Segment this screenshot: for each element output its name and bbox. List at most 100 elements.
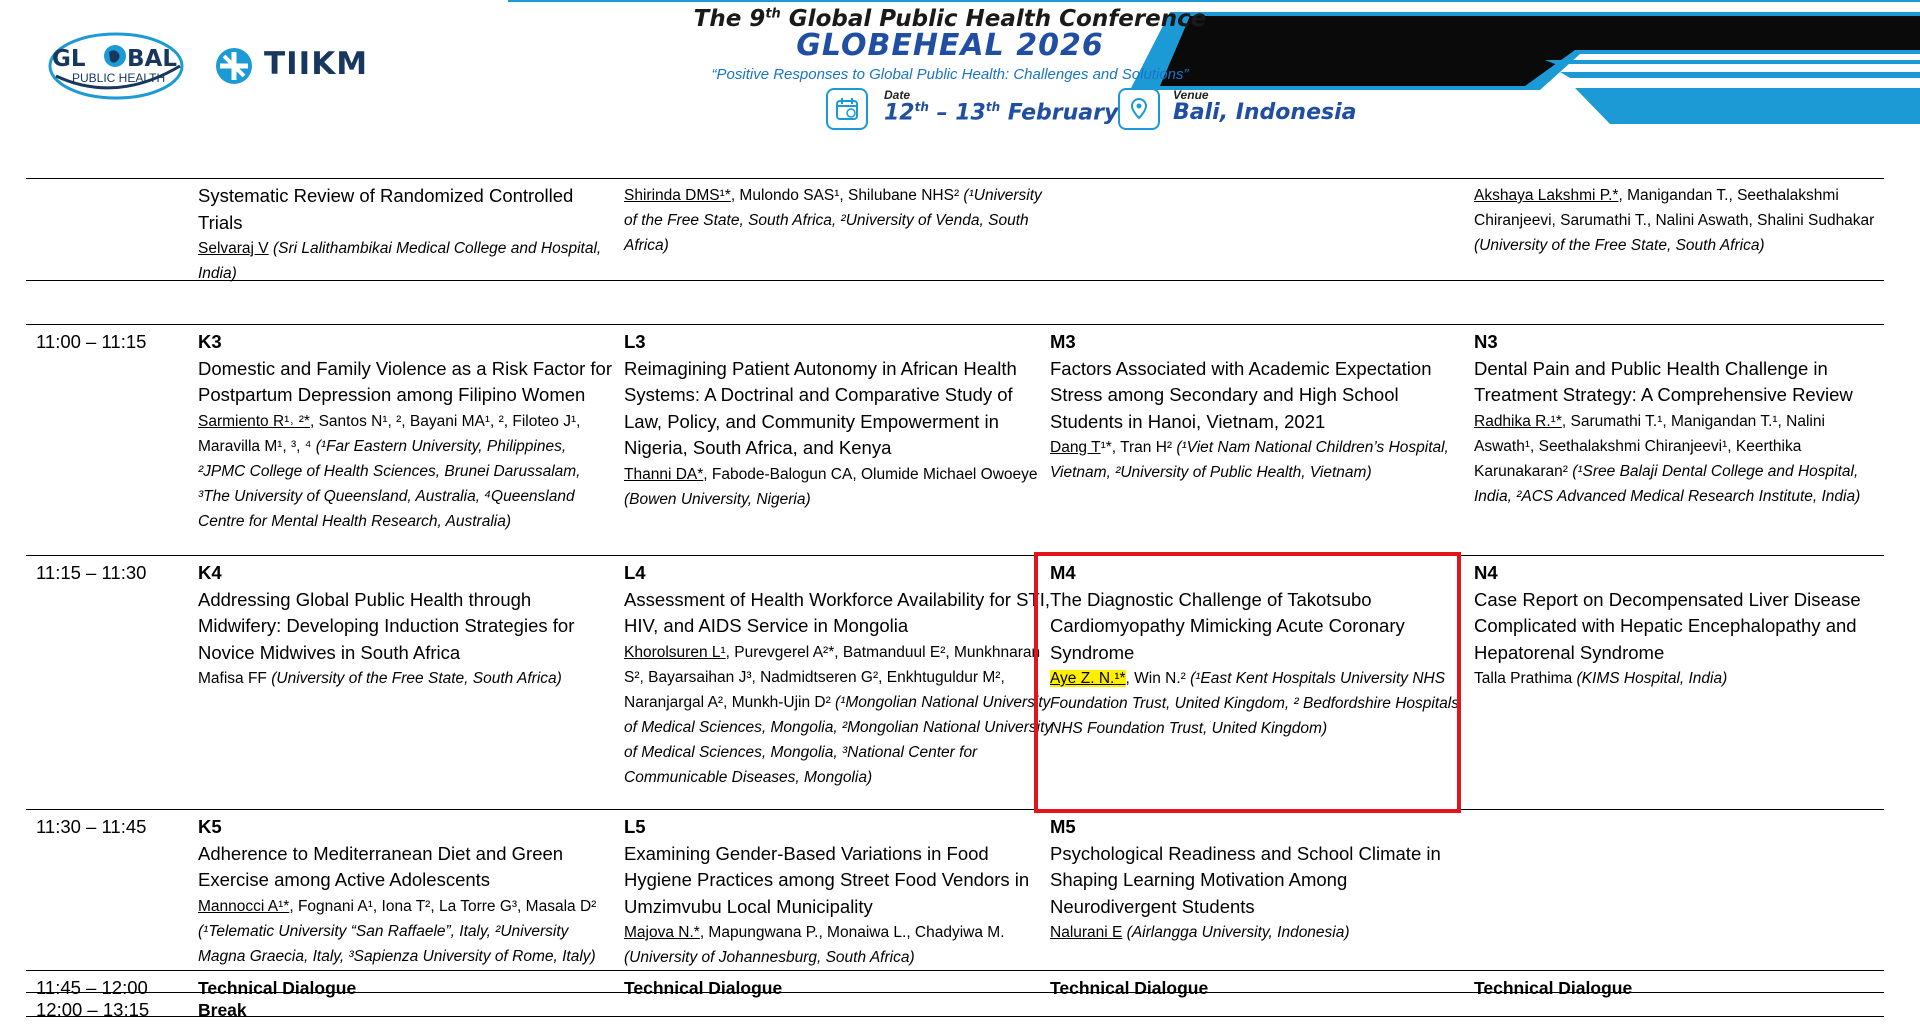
author-name: Radhika R.¹* [1474, 412, 1562, 430]
venue-value: Bali, Indonesia [1173, 100, 1357, 125]
session-title: Domestic and Family Violence as a Risk F… [198, 357, 613, 406]
author-affiliation: (¹Telematic University “San Raffaele”, I… [198, 922, 596, 965]
author-name: Selvaraj V [198, 240, 269, 257]
author-affiliation: (University of the Free State, South Afr… [1474, 237, 1765, 254]
session-title: Adherence to Mediterranean Diet and Gree… [198, 842, 564, 891]
date-value: 12th – 13th February [884, 100, 1119, 126]
author-name: , Fognani A¹, Iona T², La Torre G³, Masa… [289, 897, 597, 915]
conference-name: GLOBEHEAL 2026 [796, 28, 1104, 63]
author-name: Khorolsuren L¹ [624, 643, 726, 661]
table-divider [26, 1016, 1884, 1017]
schedule-row: 11:00 – 11:15 K3 Domestic and Family Viole… [26, 324, 1884, 556]
session-title: Reimagining Patient Autonomy in African … [624, 357, 1017, 459]
session-code: N4 [1474, 562, 1498, 583]
author-name: Thanni DA* [624, 465, 704, 483]
session-cell: Akshaya Lakshmi P.*, Manigandan T., Seet… [1474, 183, 1879, 258]
session-title: Factors Associated with Academic Expecta… [1050, 357, 1432, 432]
session-title: Case Report on Decompensated Liver Disea… [1474, 588, 1861, 663]
highlighted-session-box [1034, 552, 1461, 813]
schedule-row: 11:15 – 11:30 K4 Addressing Global Public … [26, 555, 1884, 810]
author-affiliation: (Bowen University, Nigeria) [624, 490, 811, 508]
session-code: L5 [624, 816, 646, 837]
session-cell: L4 Assessment of Health Workforce Availab… [624, 560, 1054, 790]
session-cell: M5 Psychological Readiness and School Cli… [1050, 814, 1470, 945]
svg-text:BAL: BAL [127, 46, 177, 72]
session-authors: Mannocci A¹*, Fognani A¹, Iona T², La To… [198, 894, 613, 969]
conference-theme: “Positive Responses to Global Public Hea… [711, 66, 1189, 83]
author-affiliation: (University of Johannesburg, South Afric… [624, 949, 915, 966]
session-cell: N3 Dental Pain and Public Health Challeng… [1474, 329, 1879, 509]
session-code: M5 [1050, 816, 1076, 837]
session-authors: Sarmiento R¹˒ ²*, Santos N¹, ², Bayani M… [198, 409, 613, 534]
session-cell: K3 Domestic and Family Violence as a Risk… [198, 329, 613, 534]
time-slot: 11:15 – 11:30 [36, 562, 147, 583]
session-title: Examining Gender-Based Variations in Foo… [624, 842, 1030, 917]
session-authors: Thanni DA*, Fabode-Balogun CA, Olumide M… [624, 462, 1054, 512]
schedule-row: 11:30 – 11:45 K5 Adherence to Mediterranea… [26, 809, 1884, 971]
table-divider [26, 280, 1884, 281]
session-cell: L5 Examining Gender-Based Variations in F… [624, 814, 1054, 970]
session-authors: Majova N.*, Mapungwana P., Monaiwa L., C… [624, 920, 1054, 970]
tiikm-wordmark: TIIKM [264, 46, 369, 82]
author-name: Shirinda DMS¹* [624, 187, 731, 204]
author-name: Sarmiento R¹˒ ²* [198, 412, 310, 430]
schedule-row: Systematic Review of Randomized Controll… [26, 178, 1884, 321]
author-name: , Fabode-Balogun CA, Olumide Michael Owo… [703, 465, 1038, 483]
author-name: ¹*, Tran H² [1100, 439, 1173, 456]
calendar-icon [826, 88, 868, 130]
tiikm-logo: TIIKM [210, 42, 400, 92]
author-affiliation: (Airlangga University, Indonesia) [1122, 924, 1350, 941]
session-cell: Shirinda DMS¹*, Mulondo SAS¹, Shilubane … [624, 183, 1054, 258]
global-public-health-logo: GL BAL PUBLIC HEALTH [46, 28, 186, 100]
session-authors: Nalurani E (Airlangga University, Indone… [1050, 920, 1470, 945]
session-code: K4 [198, 562, 222, 583]
author-name: , Mapungwana P., Monaiwa L., Chadyiwa M. [699, 924, 1005, 941]
session-title: Dental Pain and Public Health Challenge … [1474, 357, 1853, 406]
session-authors: Shirinda DMS¹*, Mulondo SAS¹, Shilubane … [624, 183, 1054, 258]
tiikm-symbol-icon [216, 48, 252, 84]
session-cell: L3 Reimagining Patient Autonomy in Africa… [624, 329, 1054, 512]
session-title: Systematic Review of Randomized Controll… [198, 185, 574, 233]
session-code: N3 [1474, 331, 1498, 352]
time-slot: 11:00 – 11:15 [36, 331, 147, 352]
session-code: L4 [624, 562, 646, 583]
session-code: L3 [624, 331, 646, 352]
svg-text:GL: GL [52, 46, 86, 72]
location-pin-icon [1118, 88, 1160, 130]
session-authors: Mafisa FF (University of the Free State,… [198, 666, 613, 691]
author-affiliation: (University of the Free State, South Afr… [266, 670, 562, 687]
author-name: Majova N.* [624, 924, 700, 941]
session-title: Psychological Readiness and School Clima… [1050, 842, 1441, 917]
session-cell: Break [198, 997, 613, 1024]
author-name: Mafisa FF [198, 670, 267, 687]
author-name: Akshaya Lakshmi P.* [1474, 187, 1619, 204]
session-cell: K5 Adherence to Mediterranean Diet and Gr… [198, 814, 613, 969]
session-authors: Khorolsuren L¹, Purevgerel A²*, Batmandu… [624, 640, 1054, 790]
svg-text:PUBLIC HEALTH: PUBLIC HEALTH [72, 71, 165, 85]
session-cell: N4 Case Report on Decompensated Liver Dis… [1474, 560, 1879, 691]
session-code: M3 [1050, 331, 1076, 352]
author-affiliation: (KIMS Hospital, India) [1572, 670, 1728, 687]
time-slot: 12:00 – 13:15 [36, 999, 150, 1020]
session-cell: Systematic Review of Randomized Controll… [198, 183, 613, 286]
author-name: Nalurani E [1050, 924, 1123, 941]
author-name: Talla Prathima [1474, 670, 1573, 687]
session-cell: K4 Addressing Global Public Health throug… [198, 560, 613, 691]
session-label: Break [198, 1000, 247, 1020]
session-authors: Dang T¹*, Tran H² (¹Viet Nam National Ch… [1050, 435, 1470, 485]
session-cell: M3 Factors Associated with Academic Expec… [1050, 329, 1470, 485]
session-authors: Radhika R.¹*, Sarumathi T.¹, Manigandan … [1474, 409, 1879, 509]
session-authors: Selvaraj V (Sri Lalithambikai Medical Co… [198, 236, 613, 286]
author-name: Dang T [1050, 439, 1101, 456]
author-name: , Mulondo SAS¹, Shilubane NHS² [730, 187, 960, 204]
session-title: Addressing Global Public Health through … [198, 588, 575, 663]
session-code: K3 [198, 331, 222, 352]
schedule-row: 11:45 – 12:00 Technical Dialogue Technical… [26, 970, 1884, 998]
time-slot: 11:30 – 11:45 [36, 816, 147, 837]
conference-header: GL BAL PUBLIC HEALTH TIIKM The 9th Globa… [0, 0, 1920, 165]
schedule-row: 12:00 – 13:15 Break [26, 992, 1884, 1020]
session-authors: Talla Prathima (KIMS Hospital, India) [1474, 666, 1879, 691]
session-title: Assessment of Health Workforce Availabil… [624, 588, 1051, 637]
author-name: Mannocci A¹* [198, 897, 290, 915]
session-code: K5 [198, 816, 222, 837]
